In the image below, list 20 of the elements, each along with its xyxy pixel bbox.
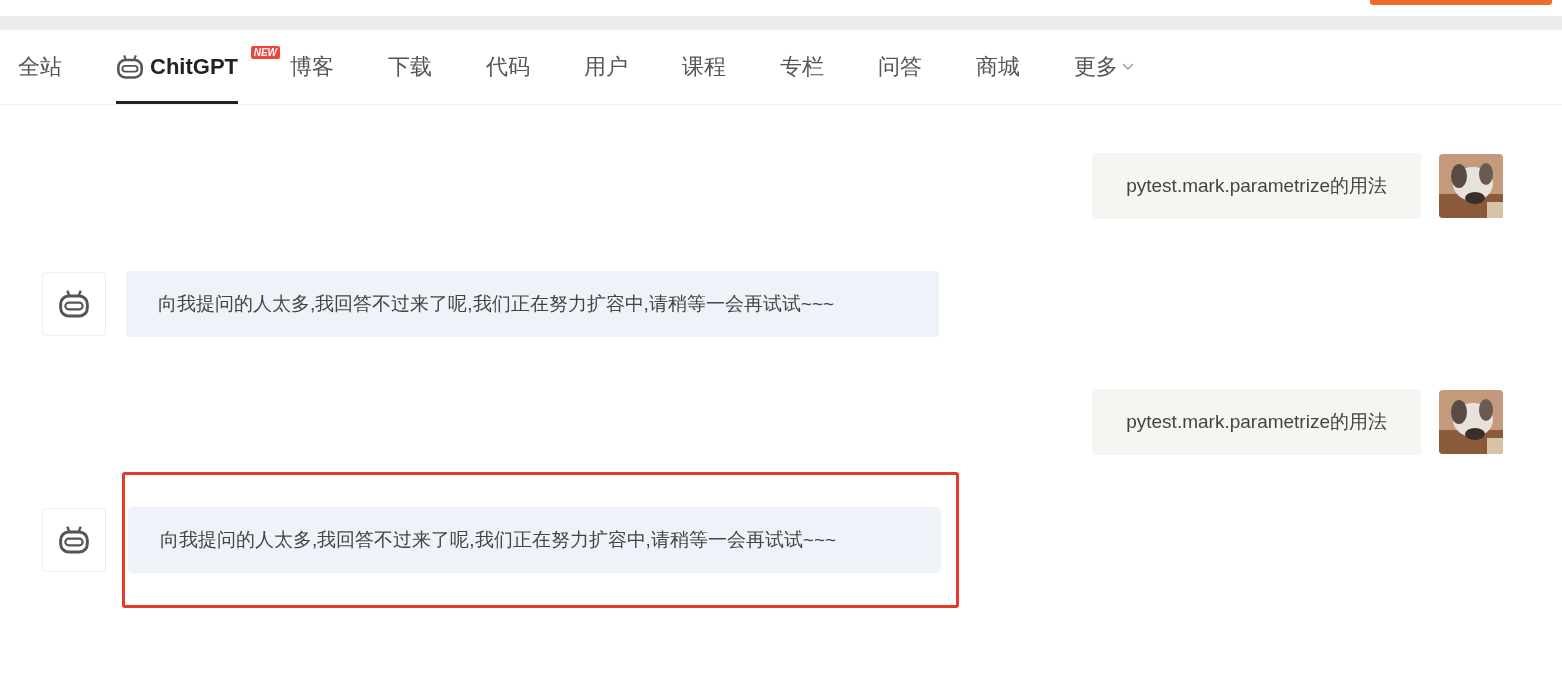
robot-icon: [58, 289, 90, 319]
robot-icon: [116, 53, 144, 80]
user-message: pytest.mark.parametrize的用法: [1092, 389, 1421, 455]
nav-tab[interactable]: 下载: [388, 32, 432, 104]
nav-tab[interactable]: 全站: [18, 32, 62, 104]
bot-message: 向我提问的人太多,我回答不过来了呢,我们正在努力扩容中,请稍等一会再试试~~~: [126, 271, 939, 337]
robot-icon: [58, 525, 90, 555]
nav-tab[interactable]: 代码: [486, 32, 530, 104]
chevron-down-icon: [1122, 62, 1134, 71]
user-message: pytest.mark.parametrize的用法: [1092, 153, 1421, 219]
nav-tab[interactable]: 课程: [682, 32, 726, 104]
nav-tab[interactable]: 用户: [584, 32, 628, 104]
nav-tab[interactable]: 商城: [976, 32, 1020, 104]
new-badge: NEW: [250, 46, 280, 59]
nav-tab[interactable]: 博客: [290, 32, 334, 104]
nav-tab[interactable]: 更多: [1074, 32, 1134, 104]
nav-tab[interactable]: 问答: [878, 32, 922, 104]
nav-tab[interactable]: 专栏: [780, 32, 824, 104]
header-button[interactable]: [1370, 0, 1552, 5]
bot-message: 向我提问的人太多,我回答不过来了呢,我们正在努力扩容中,请稍等一会再试试~~~: [128, 507, 941, 573]
